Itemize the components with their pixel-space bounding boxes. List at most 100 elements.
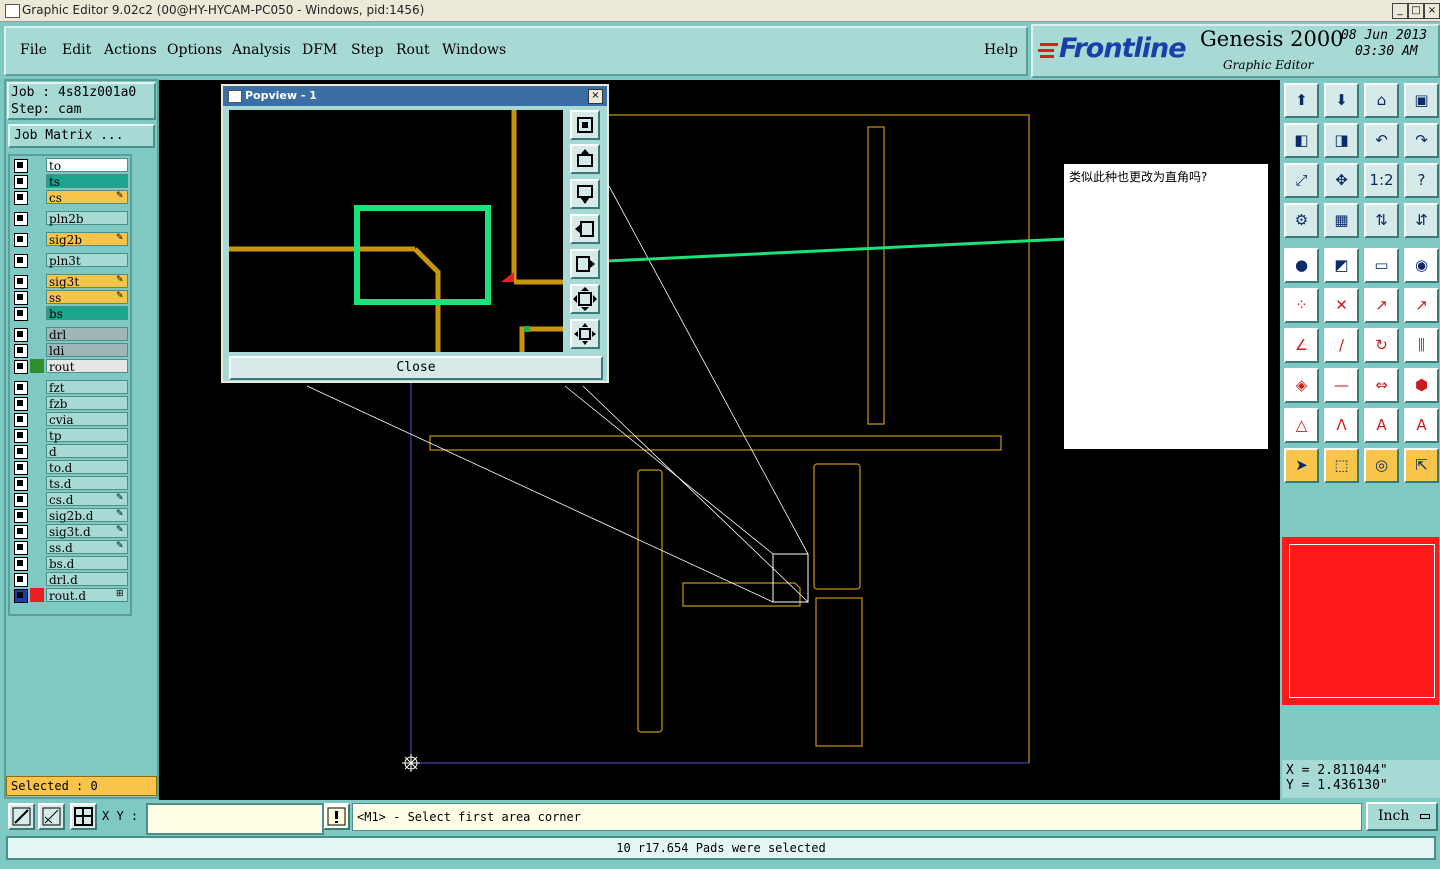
popview-zoom-in-button[interactable]: [570, 110, 600, 140]
layer-checkbox[interactable]: [14, 254, 28, 268]
overview-map[interactable]: [1282, 537, 1439, 705]
layer-row[interactable]: pln3t: [12, 253, 129, 268]
layer-name[interactable]: ts: [46, 174, 128, 189]
layer-checkbox[interactable]: [14, 175, 28, 189]
layer-name[interactable]: rout: [46, 359, 128, 374]
layers-alt-button[interactable]: ⇵: [1404, 203, 1439, 238]
layer-row[interactable]: sig2b ✎: [12, 232, 129, 247]
layer-name[interactable]: fzt: [46, 380, 128, 395]
layer-name[interactable]: bs.d: [46, 556, 128, 571]
feature-slot-2[interactable]: [637, 469, 663, 733]
layer-checkbox[interactable]: [14, 233, 28, 247]
layer-row[interactable]: rout.d ⊞: [12, 588, 129, 603]
layer-checkbox[interactable]: [14, 381, 28, 395]
layer-name[interactable]: drl: [46, 327, 128, 342]
shape-button[interactable]: ⬢: [1404, 368, 1439, 403]
popview-pan-left-button[interactable]: [570, 214, 600, 244]
pointer-button[interactable]: ➤: [1284, 448, 1319, 483]
layer-name[interactable]: pln2b: [46, 211, 128, 226]
grid-button[interactable]: ▦: [1324, 203, 1359, 238]
measure-mode-button[interactable]: [38, 803, 65, 830]
layer-row[interactable]: to: [12, 158, 129, 173]
feature-slot-1[interactable]: [867, 126, 885, 425]
layer-row[interactable]: rout: [12, 359, 129, 374]
popview-fit-button[interactable]: [570, 284, 600, 314]
layer-row[interactable]: pln2b: [12, 211, 129, 226]
scale-button[interactable]: 1:2: [1364, 163, 1399, 198]
layer-name[interactable]: fzb: [46, 396, 128, 411]
popview-pan-right-button[interactable]: [570, 249, 600, 279]
layer-row[interactable]: drl.d: [12, 572, 129, 587]
popview-canvas[interactable]: [229, 110, 563, 352]
layer-checkbox[interactable]: [14, 557, 28, 571]
fit-button[interactable]: ⤢: [1284, 163, 1319, 198]
layer-name[interactable]: to.d: [46, 460, 128, 475]
popview-pan-up-button[interactable]: [570, 144, 600, 174]
layer-checkbox[interactable]: [14, 307, 28, 321]
layer-row[interactable]: ldi: [12, 343, 129, 358]
layer-row[interactable]: ts: [12, 174, 129, 189]
layer-row[interactable]: bs.d: [12, 556, 129, 571]
layer-checkbox[interactable]: [14, 541, 28, 555]
cross-button[interactable]: ✕: [1324, 288, 1359, 323]
menu-file[interactable]: File: [20, 42, 47, 58]
layer-name[interactable]: to: [46, 158, 128, 173]
help-button[interactable]: ?: [1404, 163, 1439, 198]
menu-actions[interactable]: Actions: [104, 42, 157, 58]
select-multi-button[interactable]: ⇱: [1404, 448, 1439, 483]
menu-step[interactable]: Step: [351, 42, 383, 58]
layer-checkbox[interactable]: [14, 191, 28, 205]
layer-checkbox[interactable]: [14, 477, 28, 491]
feature-slot-3[interactable]: [813, 463, 861, 590]
layer-row[interactable]: tp: [12, 428, 129, 443]
layer-checkbox[interactable]: [14, 461, 28, 475]
close-button[interactable]: ⬇: [1324, 83, 1359, 118]
menu-windows[interactable]: Windows: [442, 42, 506, 58]
line-button[interactable]: ↗: [1364, 288, 1399, 323]
layer-checkbox[interactable]: [14, 509, 28, 523]
layer-checkbox[interactable]: [14, 413, 28, 427]
snap-mode-button[interactable]: [8, 803, 35, 830]
layer-name[interactable]: ldi: [46, 343, 128, 358]
cut-button[interactable]: —: [1324, 368, 1359, 403]
layer-name[interactable]: pln3t: [46, 253, 128, 268]
home-button[interactable]: ⌂: [1364, 83, 1399, 118]
menu-rout[interactable]: Rout: [396, 42, 430, 58]
layers-button[interactable]: ⇅: [1364, 203, 1399, 238]
layer-row[interactable]: to.d: [12, 460, 129, 475]
pan-left-button[interactable]: ◧: [1284, 123, 1319, 158]
layer-name[interactable]: bs: [46, 306, 128, 321]
layer-row[interactable]: drl: [12, 327, 129, 342]
grid-mode-button[interactable]: [70, 803, 97, 830]
pad-add-button[interactable]: ◈: [1284, 368, 1319, 403]
menu-dfm[interactable]: DFM: [302, 42, 337, 58]
layer-row[interactable]: ss.d ✎: [12, 540, 129, 555]
layer-name[interactable]: drl.d: [46, 572, 128, 587]
layer-checkbox[interactable]: [14, 328, 28, 342]
layer-row[interactable]: ts.d: [12, 476, 129, 491]
layer-row[interactable]: d: [12, 444, 129, 459]
measure-button[interactable]: ⚙: [1284, 203, 1319, 238]
arc-button[interactable]: ↗: [1404, 288, 1439, 323]
layer-row[interactable]: sig3t ✎: [12, 274, 129, 289]
layer-checkbox[interactable]: [14, 212, 28, 226]
layer-row[interactable]: fzb: [12, 396, 129, 411]
layer-row[interactable]: bs: [12, 306, 129, 321]
menu-edit[interactable]: Edit: [62, 42, 91, 58]
text-a-button[interactable]: Λ: [1324, 408, 1359, 443]
job-matrix-button[interactable]: Job Matrix ...: [8, 124, 155, 148]
layer-row[interactable]: fzt: [12, 380, 129, 395]
select-button[interactable]: ⬚: [1324, 448, 1359, 483]
open-button[interactable]: ⬆: [1284, 83, 1319, 118]
text-box-button[interactable]: A: [1364, 408, 1399, 443]
mirror-button[interactable]: ⫼: [1404, 328, 1439, 363]
text-line-button[interactable]: A: [1404, 408, 1439, 443]
unit-selector[interactable]: Inch: [1366, 802, 1438, 831]
layer-checkbox[interactable]: [14, 360, 28, 374]
layer-checkbox[interactable]: [14, 445, 28, 459]
window-button[interactable]: ▣: [1404, 83, 1439, 118]
rotate-button[interactable]: ↻: [1364, 328, 1399, 363]
maximize-button[interactable]: □: [1408, 3, 1424, 19]
layer-name[interactable]: tp: [46, 428, 128, 443]
layer-row[interactable]: cs ✎: [12, 190, 129, 205]
